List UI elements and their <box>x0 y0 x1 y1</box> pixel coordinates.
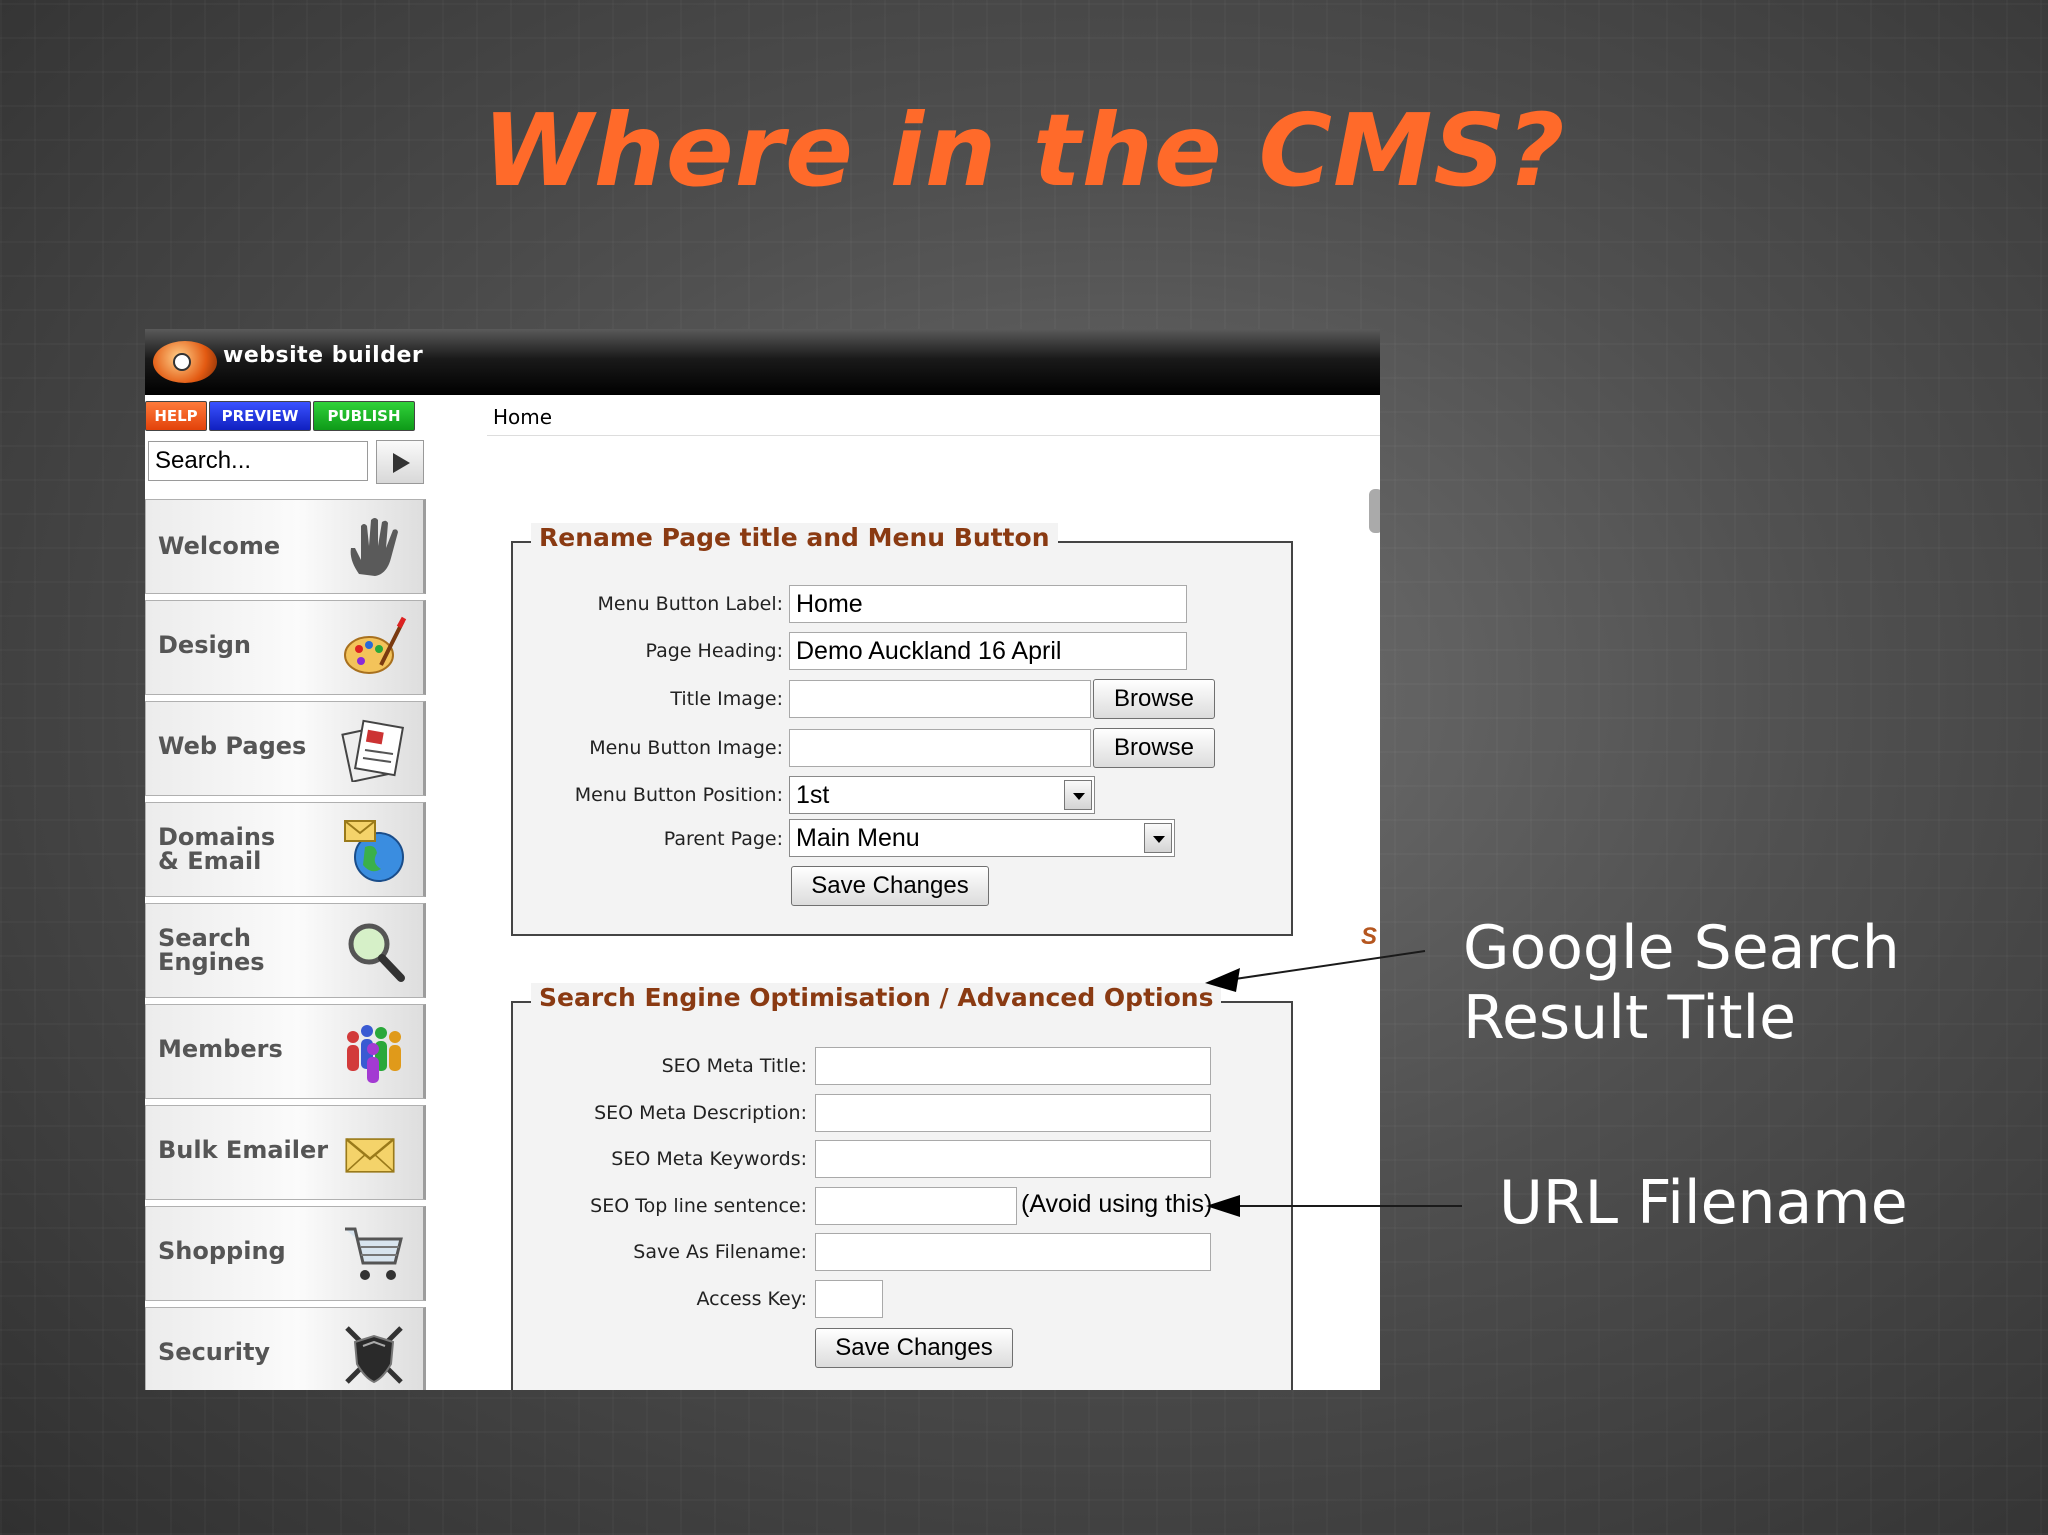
annotation-url-filename: URL Filename <box>1499 1168 1908 1238</box>
arrow-head-icon <box>1206 1195 1240 1217</box>
annotation-google-title: Google Search Result Title <box>1463 913 1900 1053</box>
annotation-arrows <box>1205 950 1462 1217</box>
arrow-head-icon <box>1205 968 1240 992</box>
